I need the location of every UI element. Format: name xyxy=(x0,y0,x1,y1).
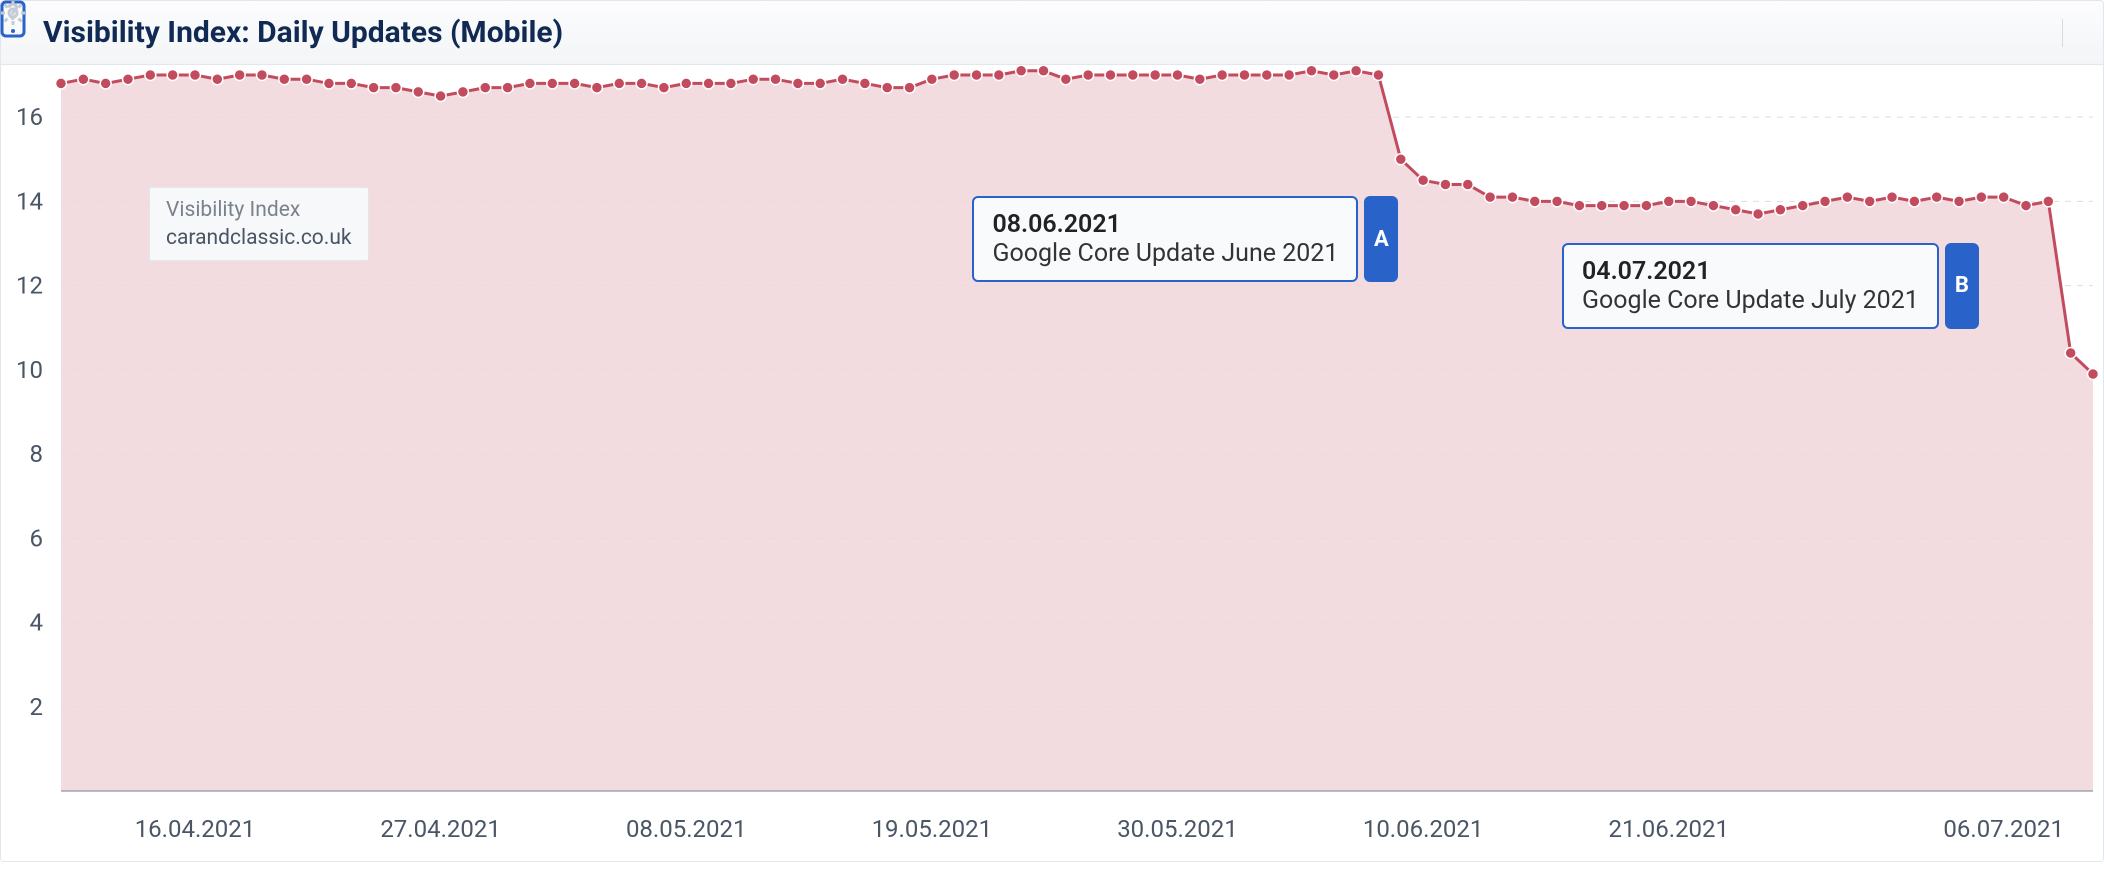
card-header: Visibility Index: Daily Updates (Mobile)… xyxy=(1,1,2103,65)
legend-domain: carandclassic.co.uk xyxy=(166,226,352,250)
svg-text:10: 10 xyxy=(16,356,43,384)
svg-text:6: 6 xyxy=(30,524,44,552)
annotation-a[interactable]: 08.06.2021 Google Core Update June 2021 … xyxy=(972,196,1398,282)
annotation-b-text: Google Core Update July 2021 xyxy=(1582,286,1919,315)
chart-card: Visibility Index: Daily Updates (Mobile)… xyxy=(0,0,2104,862)
svg-text:16: 16 xyxy=(16,103,43,131)
annotation-a-date: 08.06.2021 xyxy=(992,210,1338,239)
svg-text:19.05.2021: 19.05.2021 xyxy=(872,815,993,843)
svg-text:08.05.2021: 08.05.2021 xyxy=(626,815,747,843)
svg-text:8: 8 xyxy=(30,440,44,468)
legend-box: Visibility Index carandclassic.co.uk xyxy=(149,187,369,261)
annotation-b-date: 04.07.2021 xyxy=(1582,257,1919,286)
annotation-a-badge: A xyxy=(1364,196,1398,282)
svg-text:10.06.2021: 10.06.2021 xyxy=(1363,815,1484,843)
legend-title: Visibility Index xyxy=(166,198,352,222)
svg-text:27.04.2021: 27.04.2021 xyxy=(380,815,501,843)
svg-text:4: 4 xyxy=(30,609,44,637)
annotation-b-badge: B xyxy=(1945,243,1979,329)
chart-svg: 2 4 6 8 10 12 14 16 16.04.2021 27.04.2021 08.05.20… xyxy=(1,65,2103,861)
annotation-a-text: Google Core Update June 2021 xyxy=(992,239,1338,268)
svg-text:30.05.2021: 30.05.2021 xyxy=(1117,815,1238,843)
chart-plot-area[interactable]: 2 4 6 8 10 12 14 16 16.04.2021 27.04.2021 08.05.20… xyxy=(1,65,2103,861)
svg-text:21.06.2021: 21.06.2021 xyxy=(1608,815,1729,843)
svg-text:16.04.2021: 16.04.2021 xyxy=(135,815,256,843)
chart-title: Visibility Index: Daily Updates (Mobile) xyxy=(43,15,563,50)
svg-text:14: 14 xyxy=(16,187,43,215)
svg-text:12: 12 xyxy=(16,272,43,300)
annotation-b[interactable]: 04.07.2021 Google Core Update July 2021 … xyxy=(1562,243,1979,329)
svg-text:2: 2 xyxy=(30,693,44,721)
svg-text:06.07.2021: 06.07.2021 xyxy=(1943,815,2064,843)
header-divider xyxy=(2062,19,2063,47)
